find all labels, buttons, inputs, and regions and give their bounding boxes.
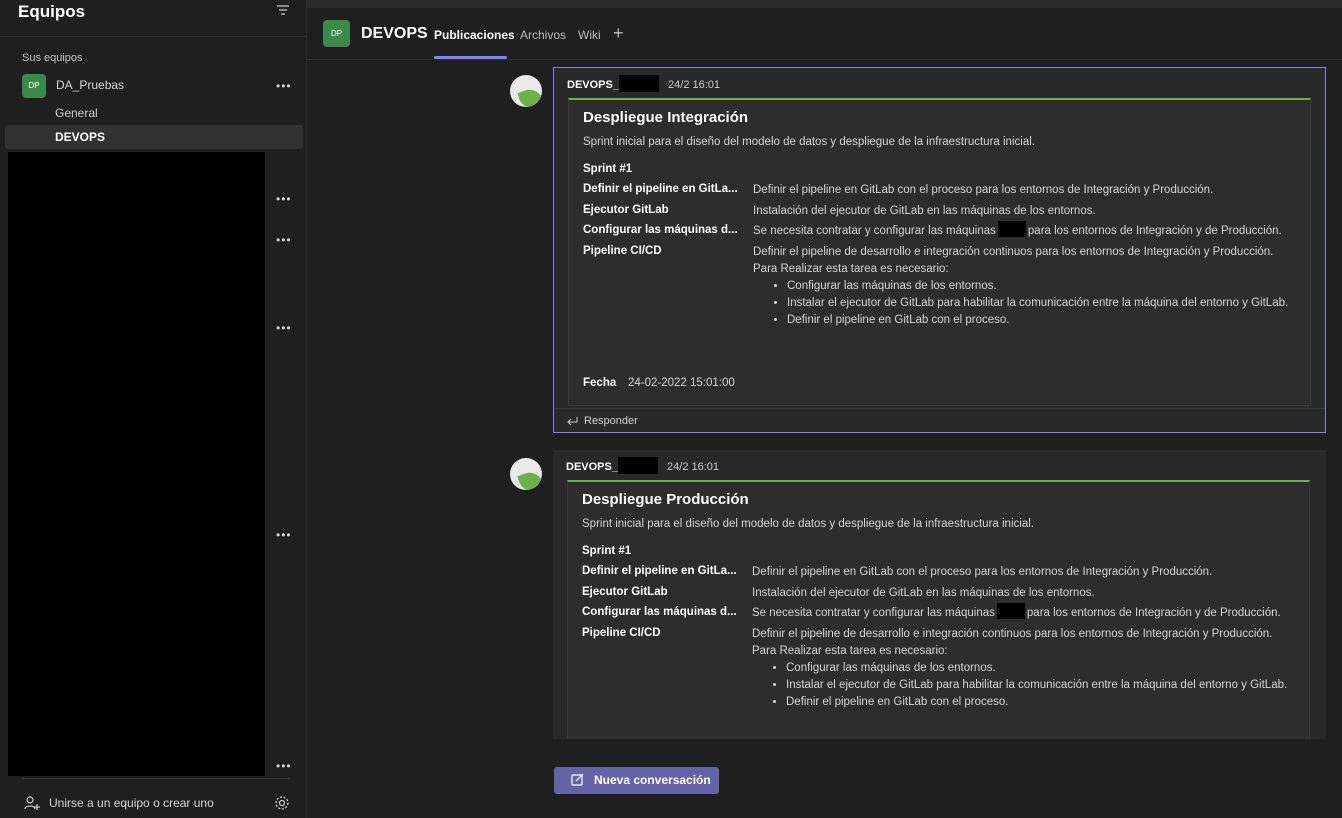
reply-label: Responder (584, 415, 638, 427)
fact-bullets: Configurar las máquinas de los entornos.… (786, 660, 1302, 711)
reply-icon (567, 417, 578, 426)
card-description: Sprint inicial para el diseño del modelo… (583, 136, 1035, 148)
tab-wiki[interactable]: Wiki (578, 28, 601, 42)
sidebar-title: Equipos (18, 2, 86, 21)
more-options-icon[interactable]: ••• (276, 80, 292, 92)
redacted-text (997, 221, 1026, 238)
top-strip (307, 0, 1342, 8)
channel-item-devops[interactable]: DEVOPS (5, 125, 303, 149)
redacted-region (8, 152, 265, 776)
fact-value-text: Definir el pipeline de desarrollo e inte… (752, 628, 1273, 640)
fact-value: Instalación del ejecutor de GitLab en la… (752, 587, 1095, 599)
fact-key: Ejecutor GitLab (583, 204, 669, 216)
author-avatar[interactable] (510, 458, 542, 490)
more-options-icon[interactable]: ••• (276, 234, 292, 246)
post-author: DEVOPS_ (566, 460, 618, 473)
list-item: Definir el pipeline en GitLab con el pro… (787, 312, 1303, 329)
more-options-icon[interactable]: ••• (276, 760, 292, 772)
more-options-icon[interactable]: ••• (276, 193, 292, 205)
fact-key: Definir el pipeline en GitLa... (582, 565, 737, 577)
card-title: Despliegue Integración (583, 109, 749, 126)
card-sprint: Sprint #1 (582, 545, 632, 557)
new-conversation-label: Nueva conversación (594, 773, 711, 787)
redacted-text (996, 603, 1025, 620)
more-options-icon[interactable]: ••• (276, 529, 292, 541)
fact-value: Se necesita contratar y configurar las m… (752, 603, 1302, 622)
fact-value-part: para los entornos de Integración y de Pr… (1026, 607, 1281, 619)
filter-icon[interactable] (276, 4, 290, 16)
settings-icon[interactable] (274, 795, 290, 811)
channel-title: DEVOPS (361, 25, 428, 42)
list-item: Definir el pipeline en GitLab con el pro… (786, 694, 1302, 711)
fact-value-part: para los entornos de Integración y de Pr… (1027, 225, 1282, 237)
fact-value: Definir el pipeline de desarrollo e inte… (752, 626, 1302, 711)
fecha-value: 24-02-2022 15:01:00 (628, 377, 735, 389)
card-description: Sprint inicial para el diseño del modelo… (582, 518, 1034, 530)
fact-key: Definir el pipeline en GitLa... (583, 183, 738, 195)
new-conversation-button[interactable]: Nueva conversación (554, 767, 719, 794)
channel-item-general[interactable]: General (55, 106, 98, 120)
post-card[interactable]: DEVOPS_ 24/2 16:01 Despliegue Integració… (553, 67, 1326, 433)
author-avatar[interactable] (510, 75, 542, 107)
divider (22, 778, 290, 779)
post-meta: DEVOPS_ 24/2 16:01 (566, 457, 720, 474)
fact-value: Definir el pipeline en GitLab con el pro… (753, 184, 1214, 196)
add-tab-icon[interactable]: + (613, 23, 624, 44)
join-team-icon[interactable] (24, 795, 40, 811)
team-item-da-pruebas[interactable]: DP DA_Pruebas ••• (14, 72, 304, 100)
fact-intro: Para Realizar esta tarea es necesario: (753, 263, 949, 275)
post-timestamp: 24/2 16:01 (668, 78, 721, 91)
posts-feed[interactable]: DEVOPS_ 24/2 16:01 Despliegue Integració… (307, 61, 1342, 739)
list-item: Instalar el ejecutor de GitLab para habi… (786, 677, 1302, 694)
team-name: DA_Pruebas (56, 78, 125, 92)
tab-files[interactable]: Archivos (520, 28, 566, 42)
fact-value: Definir el pipeline en GitLab con el pro… (752, 566, 1213, 578)
fact-key: Configurar las máquinas d... (583, 224, 738, 236)
card-title: Despliegue Producción (582, 491, 749, 508)
section-label-your-teams: Sus equipos (22, 52, 83, 64)
list-item: Instalar el ejecutor de GitLab para habi… (787, 295, 1303, 312)
adaptive-card: Despliegue Integración Sprint inicial pa… (568, 98, 1311, 406)
fact-key: Ejecutor GitLab (582, 586, 668, 598)
fact-bullets: Configurar las máquinas de los entornos.… (787, 278, 1303, 329)
more-options-icon[interactable]: ••• (276, 322, 292, 334)
fact-key: Configurar las máquinas d... (582, 606, 737, 618)
fact-value-part: Se necesita contratar y configurar las m… (752, 607, 995, 619)
reply-button[interactable]: Responder (554, 408, 1325, 433)
channel-avatar: DP (323, 20, 350, 47)
channel-header: DP DEVOPS Publicaciones Archivos Wiki + (307, 8, 1342, 60)
fecha-label: Fecha (583, 377, 617, 389)
sidebar-header: Equipos (0, 0, 306, 37)
join-or-create-team-link[interactable]: Unirse a un equipo o crear uno (49, 796, 214, 810)
compose-icon (571, 773, 584, 786)
fact-value: Definir el pipeline de desarrollo e inte… (753, 244, 1303, 329)
team-avatar: DP (22, 74, 46, 98)
fact-intro: Para Realizar esta tarea es necesario: (752, 645, 948, 657)
fact-value: Instalación del ejecutor de GitLab en la… (753, 205, 1096, 217)
list-item: Configurar las máquinas de los entornos. (786, 660, 1302, 677)
post-author: DEVOPS_ (567, 78, 619, 91)
fact-key: Pipeline CI/CD (583, 245, 662, 257)
fact-key: Pipeline CI/CD (582, 627, 661, 639)
redacted-name (617, 457, 658, 474)
active-tab-indicator (434, 56, 507, 59)
fact-value-text: Definir el pipeline de desarrollo e inte… (753, 246, 1274, 258)
fact-value-part: Se necesita contratar y configurar las m… (753, 225, 996, 237)
fact-value: Se necesita contratar y configurar las m… (753, 221, 1303, 240)
channel-label-devops: DEVOPS (55, 130, 106, 144)
post-meta: DEVOPS_ 24/2 16:01 (567, 75, 721, 92)
adaptive-card: Despliegue Producción Sprint inicial par… (567, 480, 1310, 739)
post-card[interactable]: DEVOPS_ 24/2 16:01 Despliegue Producción… (553, 450, 1326, 739)
teams-sidebar: Equipos Sus equipos DP DA_Pruebas ••• Ge… (0, 0, 307, 818)
post-timestamp: 24/2 16:01 (667, 460, 720, 473)
tab-posts[interactable]: Publicaciones (434, 28, 515, 42)
redacted-name (618, 75, 659, 92)
card-sprint: Sprint #1 (583, 163, 633, 175)
list-item: Configurar las máquinas de los entornos. (787, 278, 1303, 295)
